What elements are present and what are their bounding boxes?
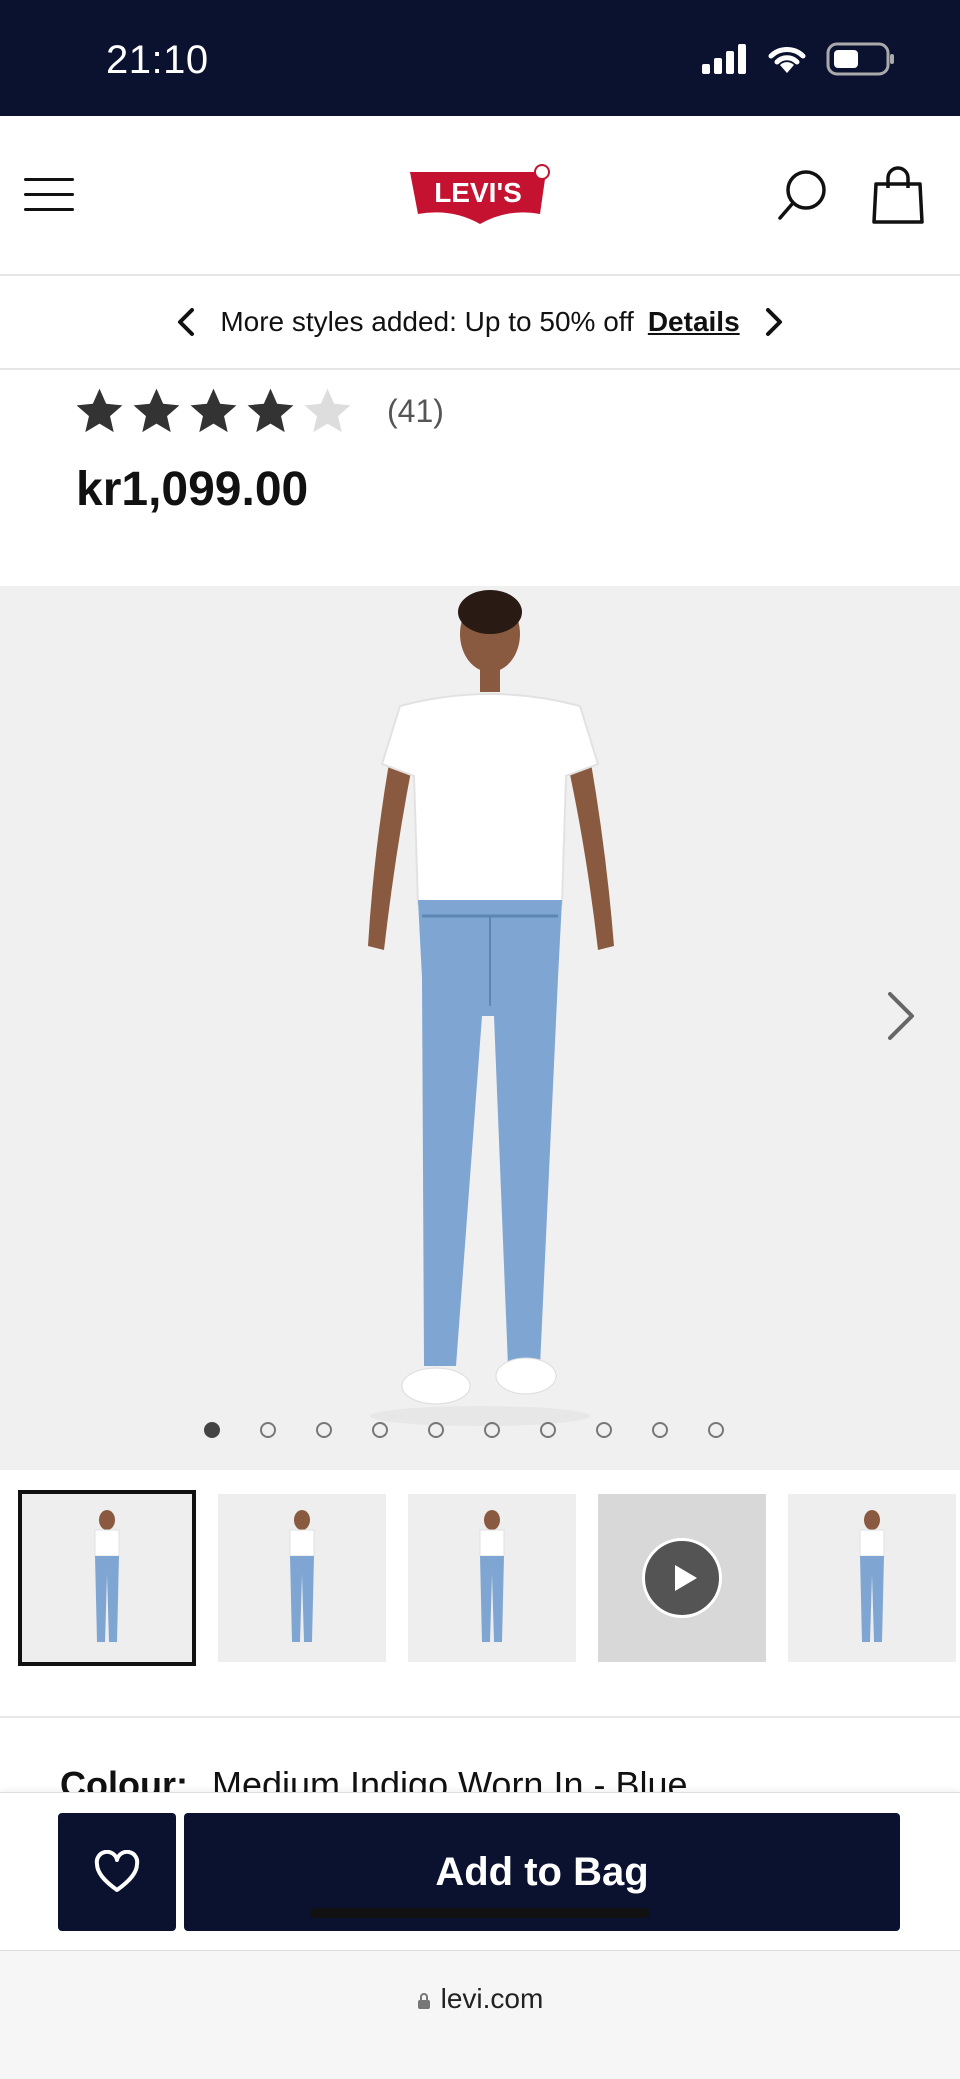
levis-logo[interactable]: LEVI'S <box>408 164 554 235</box>
site-header: LEVI'S <box>0 116 960 276</box>
pagination-dot[interactable] <box>540 1422 556 1438</box>
thumbnail-photo <box>94 1510 120 1642</box>
promo-prev-chevron-left-icon[interactable] <box>166 302 206 342</box>
rating-stars <box>72 384 355 439</box>
promo-details-link[interactable]: Details <box>648 306 740 338</box>
star-icon <box>247 388 294 433</box>
product-price: kr1,099.00 <box>76 463 309 516</box>
logo-text: LEVI'S <box>434 177 522 208</box>
pagination-dot[interactable] <box>428 1422 444 1438</box>
product-image-gallery[interactable] <box>0 586 960 1470</box>
image-thumbnail[interactable] <box>788 1494 956 1662</box>
pagination-dot[interactable] <box>652 1422 668 1438</box>
browser-url-bar[interactable]: levi.com <box>0 1950 960 2079</box>
product-rating[interactable]: (41) <box>72 384 444 439</box>
star-icon <box>190 388 237 433</box>
divider <box>0 1716 960 1718</box>
pagination-dot[interactable] <box>260 1422 276 1438</box>
pagination-dot[interactable] <box>596 1422 612 1438</box>
sticky-action-bar: Add to Bag <box>0 1792 960 1951</box>
thumbnail-photo <box>479 1510 505 1642</box>
search-icon[interactable] <box>774 168 830 224</box>
wifi-icon <box>768 47 806 73</box>
shopping-bag-icon[interactable] <box>870 166 926 226</box>
status-icons <box>702 42 896 76</box>
cellular-signal-icon <box>702 44 746 74</box>
star-icon <box>304 388 351 433</box>
pagination-dot[interactable] <box>372 1422 388 1438</box>
status-time: 21:10 <box>106 38 209 82</box>
status-bar: 21:10 <box>0 0 960 116</box>
review-count[interactable]: (41) <box>387 393 444 430</box>
heart-icon <box>94 1850 140 1892</box>
image-thumbnail[interactable] <box>218 1494 386 1662</box>
home-indicator <box>310 1908 650 1918</box>
pagination-dot[interactable] <box>708 1422 724 1438</box>
star-icon <box>133 388 180 433</box>
promo-text: More styles added: Up to 50% off <box>220 306 634 337</box>
url-text: levi.com <box>440 1983 544 2014</box>
image-thumbnail[interactable] <box>18 1490 196 1666</box>
play-icon <box>642 1538 722 1618</box>
pagination-dot[interactable] <box>484 1422 500 1438</box>
product-photo <box>368 590 614 1426</box>
promo-banner: More styles added: Up to 50% off Details <box>0 276 960 370</box>
pagination-dot[interactable] <box>204 1422 220 1438</box>
star-icon <box>76 388 123 433</box>
battery-icon <box>826 42 894 76</box>
menu-icon[interactable] <box>24 178 76 214</box>
promo-next-chevron-right-icon[interactable] <box>754 302 794 342</box>
pagination-dot[interactable] <box>316 1422 332 1438</box>
image-thumbnail[interactable] <box>408 1494 576 1662</box>
gallery-pagination <box>204 1422 724 1438</box>
lock-icon <box>417 1992 430 2009</box>
thumbnail-photo <box>289 1510 315 1642</box>
wishlist-button[interactable] <box>58 1813 176 1931</box>
thumbnail-photo <box>859 1510 885 1642</box>
thumbnail-strip <box>18 1490 960 1666</box>
gallery-next-chevron-right-icon[interactable] <box>876 986 926 1046</box>
video-thumbnail[interactable] <box>598 1494 766 1662</box>
